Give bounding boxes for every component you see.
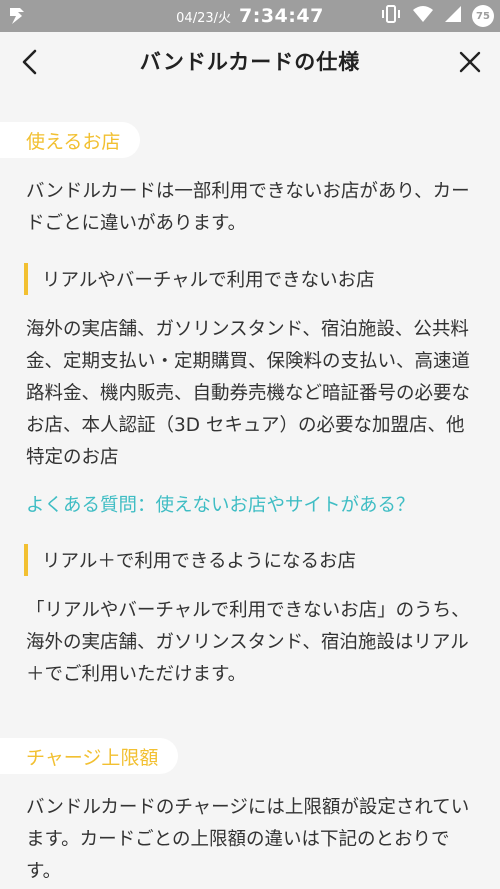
real-plus-text: 「リアルやバーチャルで利用できないお店」のうち、海外の実店舗、ガソリンスタンド、… xyxy=(26,600,470,685)
page-title: バンドルカードの仕様 xyxy=(139,50,361,74)
signal-icon xyxy=(444,5,462,27)
faq-link-unusable-stores[interactable]: よくある質問：使えないお店やサイトがある？ xyxy=(26,491,415,517)
nav-bar: バンドルカードの仕様 xyxy=(0,32,500,90)
wifi-icon xyxy=(412,5,434,27)
section-heading-charge: チャージ上限額 xyxy=(0,738,179,774)
subheading-accent-bar xyxy=(24,263,28,295)
subheading-accent-bar xyxy=(24,544,28,576)
status-time: 7:34:47 xyxy=(239,5,324,27)
subheading-unusable-label: リアルやバーチャルで利用できないお店 xyxy=(42,270,375,291)
subheading-unusable: リアルやバーチャルで利用できないお店 xyxy=(24,263,375,295)
unusable-stores-text: 海外の実店舗、ガソリンスタンド、宿泊施設、公共料金、定期支払い・定期購買、保険料… xyxy=(26,319,471,468)
close-button[interactable] xyxy=(454,46,486,78)
subheading-real-plus: リアル＋で利用できるようになるお店 xyxy=(24,544,356,576)
close-icon xyxy=(459,51,481,73)
charge-text: バンドルカードのチャージには上限額が設定されています。カードごとの上限額の違いは… xyxy=(26,797,470,882)
subheading-real-plus-label: リアル＋で利用できるようになるお店 xyxy=(42,551,356,572)
chevron-left-icon xyxy=(22,49,37,75)
battery-badge: 75 xyxy=(472,5,494,27)
back-button[interactable] xyxy=(14,46,46,78)
section-heading-stores: 使えるお店 xyxy=(0,122,141,158)
status-date: 04/23/火 xyxy=(176,10,232,26)
vibrate-icon xyxy=(380,4,402,28)
status-icons: 75 xyxy=(380,0,494,32)
stores-intro: バンドルカードは一部利用できないお店があり、カードごとに違いがあります。 xyxy=(26,181,470,234)
status-bar: 04/23/火 7:34:47 75 xyxy=(0,0,500,32)
